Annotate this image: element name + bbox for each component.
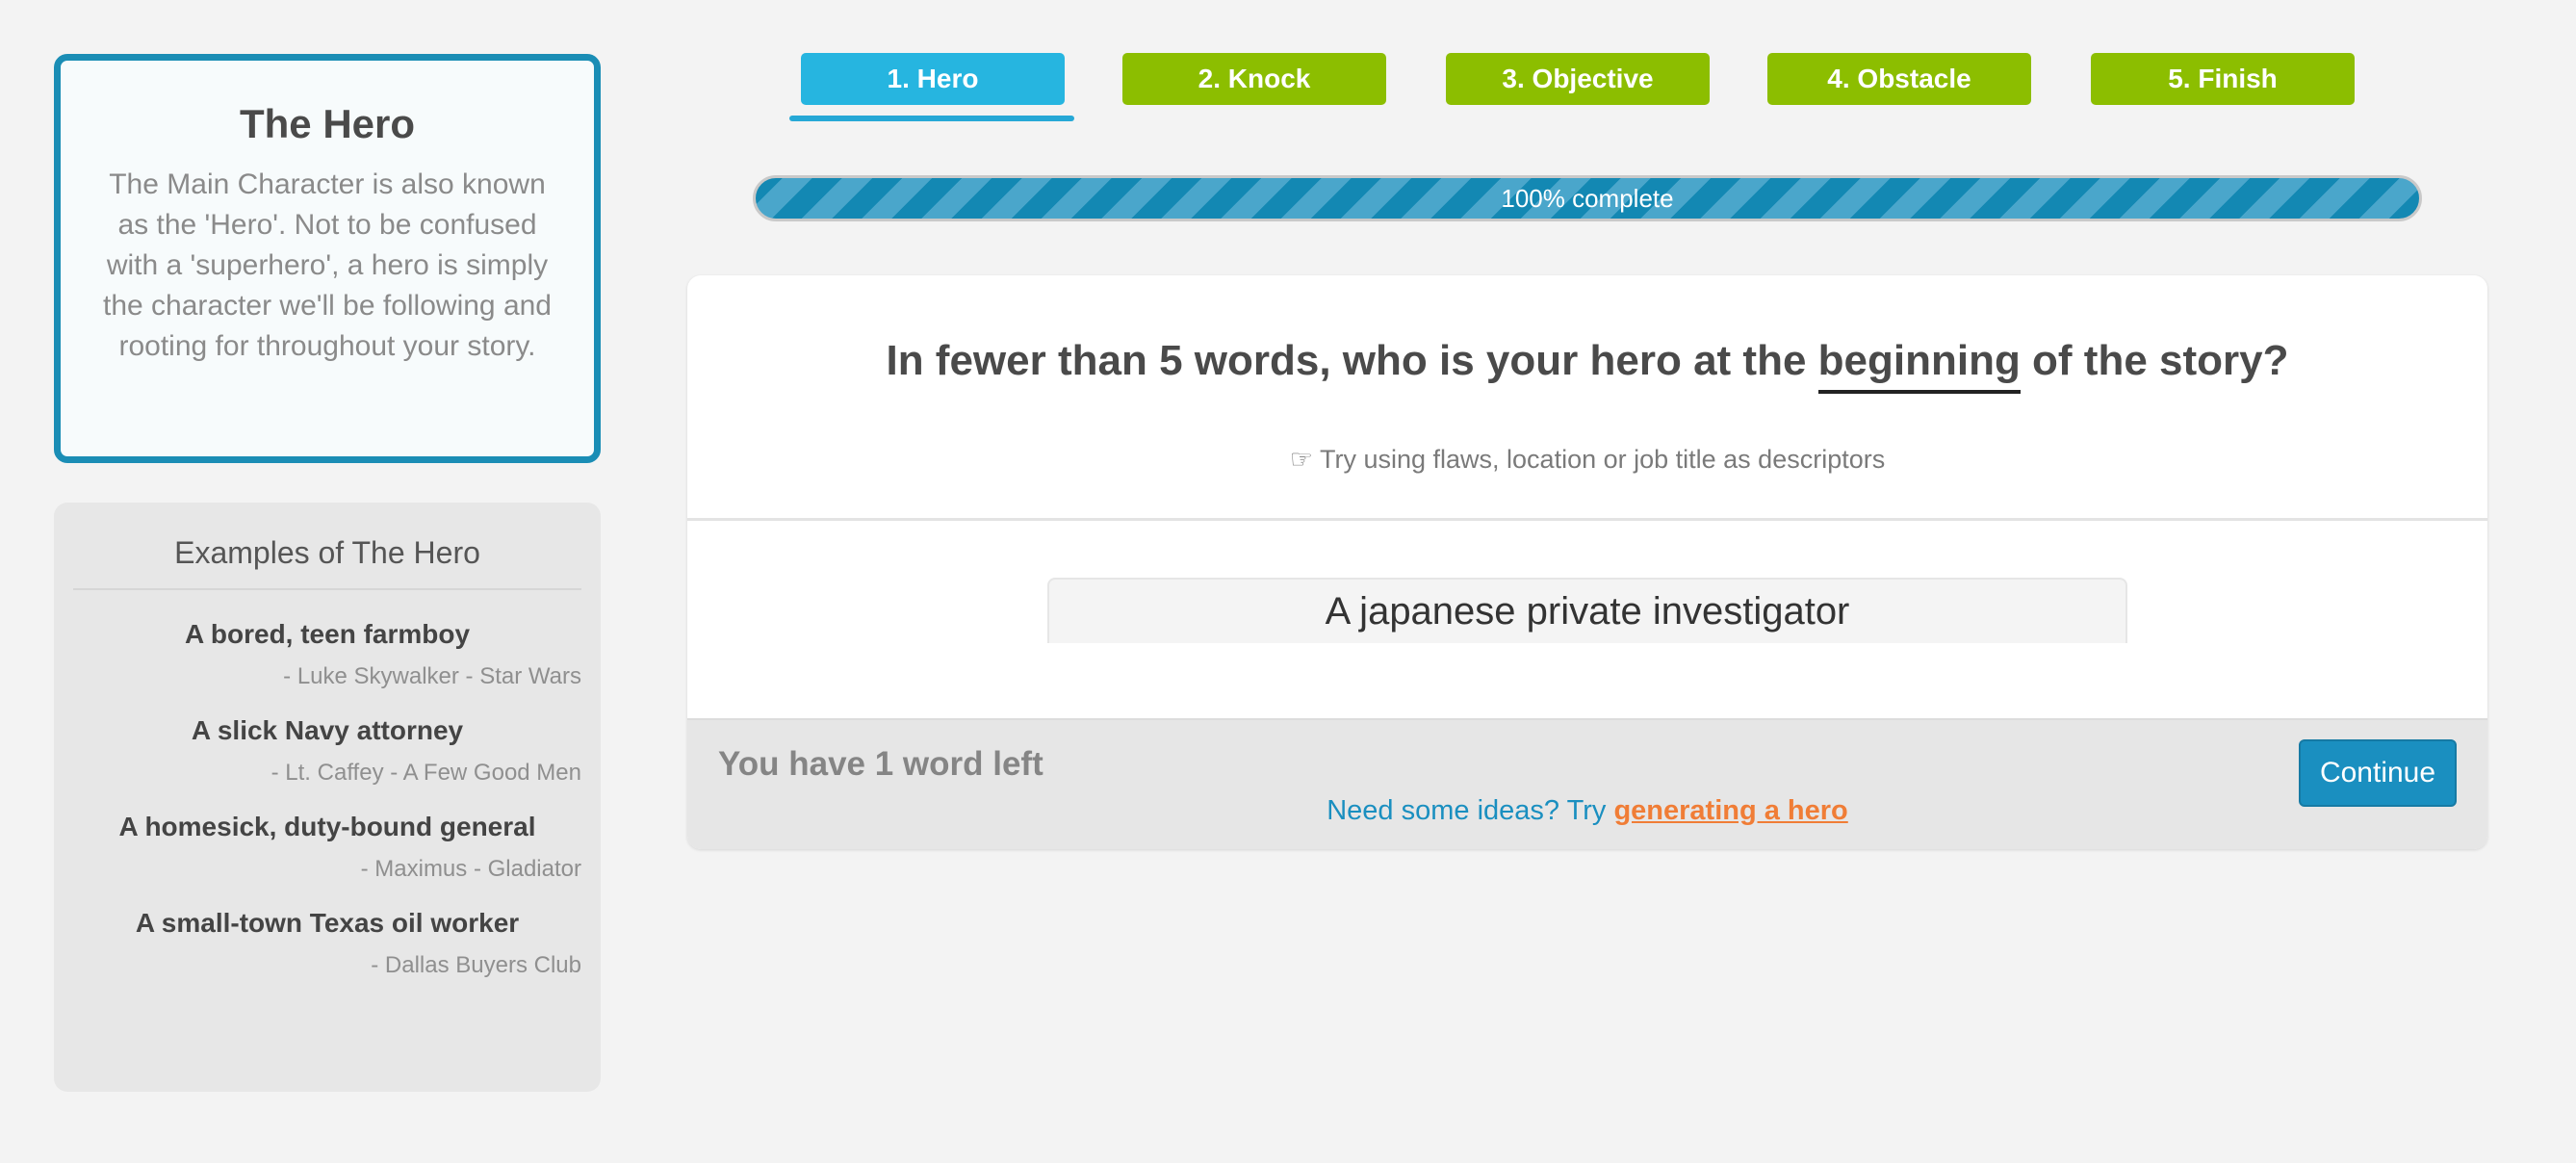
example-source: - Maximus - Gladiator bbox=[360, 856, 581, 882]
pointing-hand-icon: ☞ bbox=[1289, 445, 1313, 474]
question-heading: In fewer than 5 words, who is your hero … bbox=[687, 337, 2487, 394]
ideas-prefix: Need some ideas? Try bbox=[1327, 795, 1614, 826]
examples-heading: Examples of The Hero bbox=[73, 535, 581, 590]
tab-knock[interactable]: 2. Knock bbox=[1122, 53, 1386, 105]
tab-objective[interactable]: 3. Objective bbox=[1446, 53, 1710, 105]
example-title: A bored, teen farmboy bbox=[184, 619, 471, 649]
active-tab-indicator bbox=[789, 116, 1074, 121]
example-source: - Dallas Buyers Club bbox=[371, 952, 581, 978]
progress-bar: 100% complete bbox=[753, 175, 2422, 221]
question-emphasis: beginning bbox=[1817, 337, 2021, 394]
question-text-start: In fewer than 5 words, who is your hero … bbox=[886, 337, 1818, 384]
words-left-counter: You have 1 word left bbox=[718, 745, 1043, 783]
hint-text: ☞ Try using flaws, location or job title… bbox=[687, 445, 2487, 475]
hero-answer-input[interactable] bbox=[1047, 578, 2127, 643]
ideas-prompt: Need some ideas? Try generating a hero bbox=[687, 795, 2487, 827]
question-card: In fewer than 5 words, who is your hero … bbox=[687, 275, 2487, 849]
example-item: A slick Navy attorney - Lt. Caffey - A F… bbox=[73, 715, 581, 787]
hint-label: Try using flaws, location or job title a… bbox=[1319, 445, 1886, 474]
progress-label: 100% complete bbox=[1501, 184, 1674, 213]
tab-obstacle[interactable]: 4. Obstacle bbox=[1767, 53, 2031, 105]
examples-panel: Examples of The Hero A bored, teen farmb… bbox=[54, 503, 601, 1092]
hero-card-description: The Main Character is also known as the … bbox=[103, 168, 552, 362]
step-tabs: 1. Hero 2. Knock 3. Objective 4. Obstacl… bbox=[0, 53, 2576, 130]
divider bbox=[687, 518, 2487, 521]
example-item: A small-town Texas oil worker - Dallas B… bbox=[73, 908, 581, 979]
question-text-end: of the story? bbox=[2020, 337, 2289, 384]
generate-hero-link[interactable]: generating a hero bbox=[1613, 795, 1847, 826]
example-title: A homesick, duty-bound general bbox=[118, 812, 536, 841]
card-footer: You have 1 word left Continue Need some … bbox=[687, 718, 2487, 849]
example-source: - Lt. Caffey - A Few Good Men bbox=[270, 760, 581, 786]
example-source: - Luke Skywalker - Star Wars bbox=[283, 663, 581, 689]
example-title: A slick Navy attorney bbox=[191, 715, 464, 745]
example-item: A bored, teen farmboy - Luke Skywalker -… bbox=[73, 619, 581, 690]
tab-hero[interactable]: 1. Hero bbox=[801, 53, 1065, 105]
example-item: A homesick, duty-bound general - Maximus… bbox=[73, 812, 581, 883]
example-title: A small-town Texas oil worker bbox=[135, 908, 520, 938]
tab-finish[interactable]: 5. Finish bbox=[2091, 53, 2355, 105]
